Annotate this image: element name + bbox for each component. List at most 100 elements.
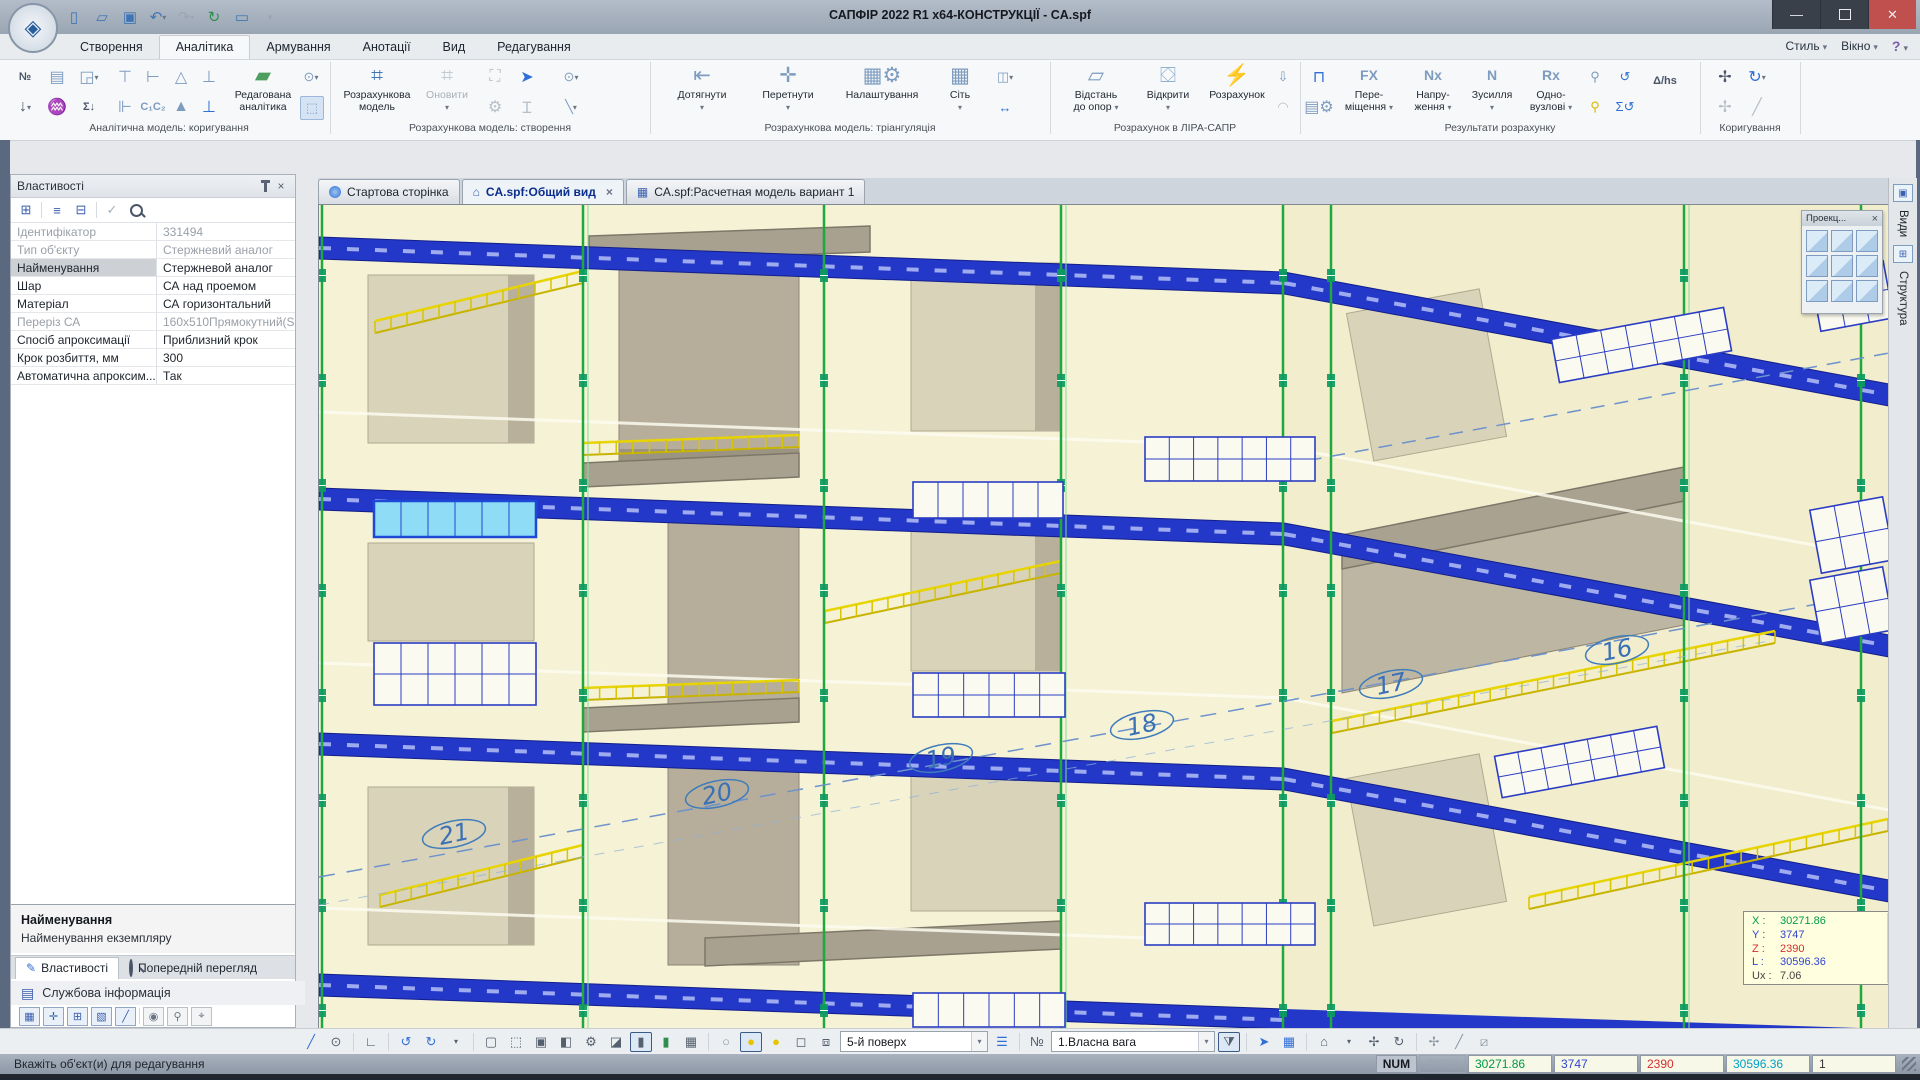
close-tab-icon[interactable]: × <box>606 185 613 199</box>
open-folder-icon[interactable]: ▱ <box>90 5 114 29</box>
tab-preview[interactable]: Попередній перегляд <box>119 958 267 979</box>
table-filter-icon[interactable]: ▦ <box>1278 1032 1300 1052</box>
axis-mode-icon[interactable]: ⊙▾ <box>300 66 322 88</box>
apply-check-icon[interactable]: ✓ <box>103 201 121 219</box>
shaded-view-icon[interactable]: ▮ <box>630 1032 652 1052</box>
fixed-support-icon[interactable]: ⊥ <box>196 64 222 90</box>
lamp-on-icon[interactable]: ● <box>740 1032 762 1052</box>
ibeam-icon[interactable]: Ɪ <box>514 94 540 120</box>
move-node-icon[interactable]: ✢ <box>1423 1032 1445 1052</box>
plane-edit-icon[interactable]: ╱ <box>1448 1032 1470 1052</box>
projection-left-icon[interactable] <box>1856 230 1878 252</box>
ortho-corner-icon[interactable]: ∟ <box>360 1032 382 1052</box>
cube-gear-icon[interactable]: ⚙ <box>580 1032 602 1052</box>
box-lamp-icon[interactable]: ◻ <box>790 1032 812 1052</box>
rotate-y-icon[interactable]: ↻ <box>420 1032 442 1052</box>
sum-loads-icon[interactable]: Σ↓ <box>76 94 102 120</box>
mesh-view-icon[interactable]: ▦ <box>680 1032 702 1052</box>
export-sheet-icon[interactable]: ⇩ <box>1272 66 1294 88</box>
key-icon[interactable]: ⚲ <box>167 1007 188 1026</box>
tab-anotatsii[interactable]: Анотації <box>347 36 427 59</box>
property-row[interactable]: Спосіб апроксимаціїПриблизний крок <box>11 331 295 349</box>
tab-vyd[interactable]: Вид <box>427 36 482 59</box>
categorized-view-icon[interactable]: ⊞ <box>17 201 35 219</box>
hinge-support-icon[interactable]: △ <box>168 64 194 90</box>
property-row[interactable]: Автоматична апроксим...Так <box>11 367 295 385</box>
single-node-button[interactable]: Rx Одно- вузлові ▾ <box>1522 62 1580 122</box>
beam-filter-icon[interactable]: ⊞ <box>67 1007 88 1026</box>
tab-properties[interactable]: ✎ Властивості <box>15 957 119 979</box>
line-element-icon[interactable]: ╲▾ <box>560 96 582 118</box>
flag-support-icon[interactable]: ⊩ <box>112 94 138 120</box>
lamp-tree-on-icon[interactable]: ⚲ <box>1584 96 1606 118</box>
section-cube-icon[interactable]: ◪ <box>605 1032 627 1052</box>
more-snaps-icon[interactable]: ▾ <box>445 1032 467 1052</box>
plane-cut-icon[interactable]: ⧄ <box>1473 1032 1495 1052</box>
frame-result-icon[interactable]: ⊓ <box>1306 64 1332 90</box>
tab-calc-model[interactable]: ▦ CA.spf:Расчетная модель вариант 1 <box>626 179 866 204</box>
property-row[interactable]: ШарСА над проемом <box>11 277 295 295</box>
property-row[interactable]: Ідентифікатор331494 <box>11 223 295 241</box>
forces-button[interactable]: N Зусилля▾ <box>1466 62 1518 122</box>
dhs-icon[interactable]: Δ/hs <box>1648 68 1682 94</box>
tab-views[interactable]: Види <box>1897 210 1909 237</box>
tab-start-page[interactable]: Стартова сторінка <box>318 179 460 204</box>
projection-iso1-icon[interactable] <box>1806 280 1828 302</box>
projection-right-icon[interactable] <box>1806 255 1828 277</box>
stack-loads-icon[interactable]: ▤ <box>44 64 70 90</box>
contour-toggle-icon[interactable]: ⬚ <box>300 96 324 120</box>
undo-icon[interactable]: ↶▾ <box>146 5 170 29</box>
numbering-icon[interactable]: № <box>12 64 38 90</box>
help-button[interactable]: ?▾ <box>1892 38 1908 54</box>
alphabetical-view-icon[interactable]: ≡ <box>48 201 66 219</box>
calculation-button[interactable]: ⚡ Розрахунок <box>1202 62 1272 122</box>
house-check-icon[interactable]: ⌂ <box>1313 1032 1335 1052</box>
undo-result-icon[interactable]: ↺ <box>1614 66 1636 88</box>
spring-support-icon[interactable]: ♒ <box>44 94 70 120</box>
open-in-lira-button[interactable]: ⛋ Відкрити▾ <box>1138 62 1198 122</box>
sliding-support-icon[interactable]: ⊢ <box>140 64 166 90</box>
pinned-support-icon[interactable]: ⊤ <box>112 64 138 90</box>
projection-bottom-icon[interactable] <box>1856 255 1878 277</box>
wireframe-cube-icon[interactable]: ▢ <box>480 1032 502 1052</box>
cursor-filter-icon[interactable]: ➤ <box>1253 1032 1275 1052</box>
mesh-button[interactable]: ▦ Сіть▾ <box>936 62 984 122</box>
save-icon[interactable]: ▣ <box>118 5 142 29</box>
displacements-button[interactable]: FX Пере- міщення ▾ <box>1338 62 1400 122</box>
lamp-off-icon[interactable]: ○ <box>715 1032 737 1052</box>
floor-select[interactable]: 5-й поверх ▾ <box>840 1031 988 1052</box>
load-down-icon[interactable]: ↓▾ <box>12 94 38 120</box>
panels-pair-icon[interactable]: ◫▾ <box>994 66 1016 88</box>
support-distance-button[interactable]: ▱ Відстань до опор ▾ <box>1058 62 1134 122</box>
property-row[interactable]: Переріз СА160x510Прямокутний(S0) <box>11 313 295 331</box>
textured-cube-icon[interactable]: ◧ <box>555 1032 577 1052</box>
pin-icon[interactable] <box>257 178 273 194</box>
search-icon[interactable] <box>127 201 145 219</box>
intersect-button[interactable]: ✛ Перетнути▾ <box>748 62 828 122</box>
lamp-tree-icon[interactable]: ⚲ <box>1584 66 1606 88</box>
anchored-support-icon[interactable]: ⊥ <box>196 94 222 120</box>
update-button[interactable]: ⌗ Оновити▾ <box>418 62 476 122</box>
solid-cube-icon[interactable]: ▣ <box>530 1032 552 1052</box>
window-menu-item[interactable]: Вікно▾ <box>1841 39 1878 53</box>
snap-target-icon[interactable]: ⊙ <box>325 1032 347 1052</box>
property-row-selected[interactable]: НайменуванняСтержневой аналог <box>11 259 295 277</box>
tab-analitika[interactable]: Аналітика <box>159 35 251 59</box>
restore-icon[interactable] <box>1820 0 1868 29</box>
wall-support-icon[interactable]: ◲▾ <box>76 64 102 90</box>
num-lock-indicator[interactable]: NUM <box>1376 1055 1417 1073</box>
snap-to-button[interactable]: ⇤ Дотягнути▾ <box>662 62 742 122</box>
lamp-small-icon[interactable]: ● <box>765 1032 787 1052</box>
app-logo[interactable]: ◈ <box>8 3 58 53</box>
more-dots-icon[interactable]: ▾ <box>1338 1032 1360 1052</box>
bridge-icon[interactable]: ◠ <box>1272 96 1294 118</box>
model-viewport[interactable]: 21 20 19 18 17 16 Проекц... × X :30271.8… <box>318 204 1890 1030</box>
close-icon[interactable]: × <box>273 178 289 194</box>
hinge2-support-icon[interactable]: ▲ <box>168 94 194 120</box>
hidden-line-cube-icon[interactable]: ⬚ <box>505 1032 527 1052</box>
move-copy-icon[interactable]: ✢ <box>1712 94 1738 120</box>
node-mode-icon[interactable]: ⊙▾ <box>560 66 582 88</box>
draw-line-icon[interactable]: ╱ <box>300 1032 322 1052</box>
property-row[interactable]: МатеріалСА горизонтальний <box>11 295 295 313</box>
floor-list-icon[interactable]: ☰ <box>991 1032 1013 1052</box>
